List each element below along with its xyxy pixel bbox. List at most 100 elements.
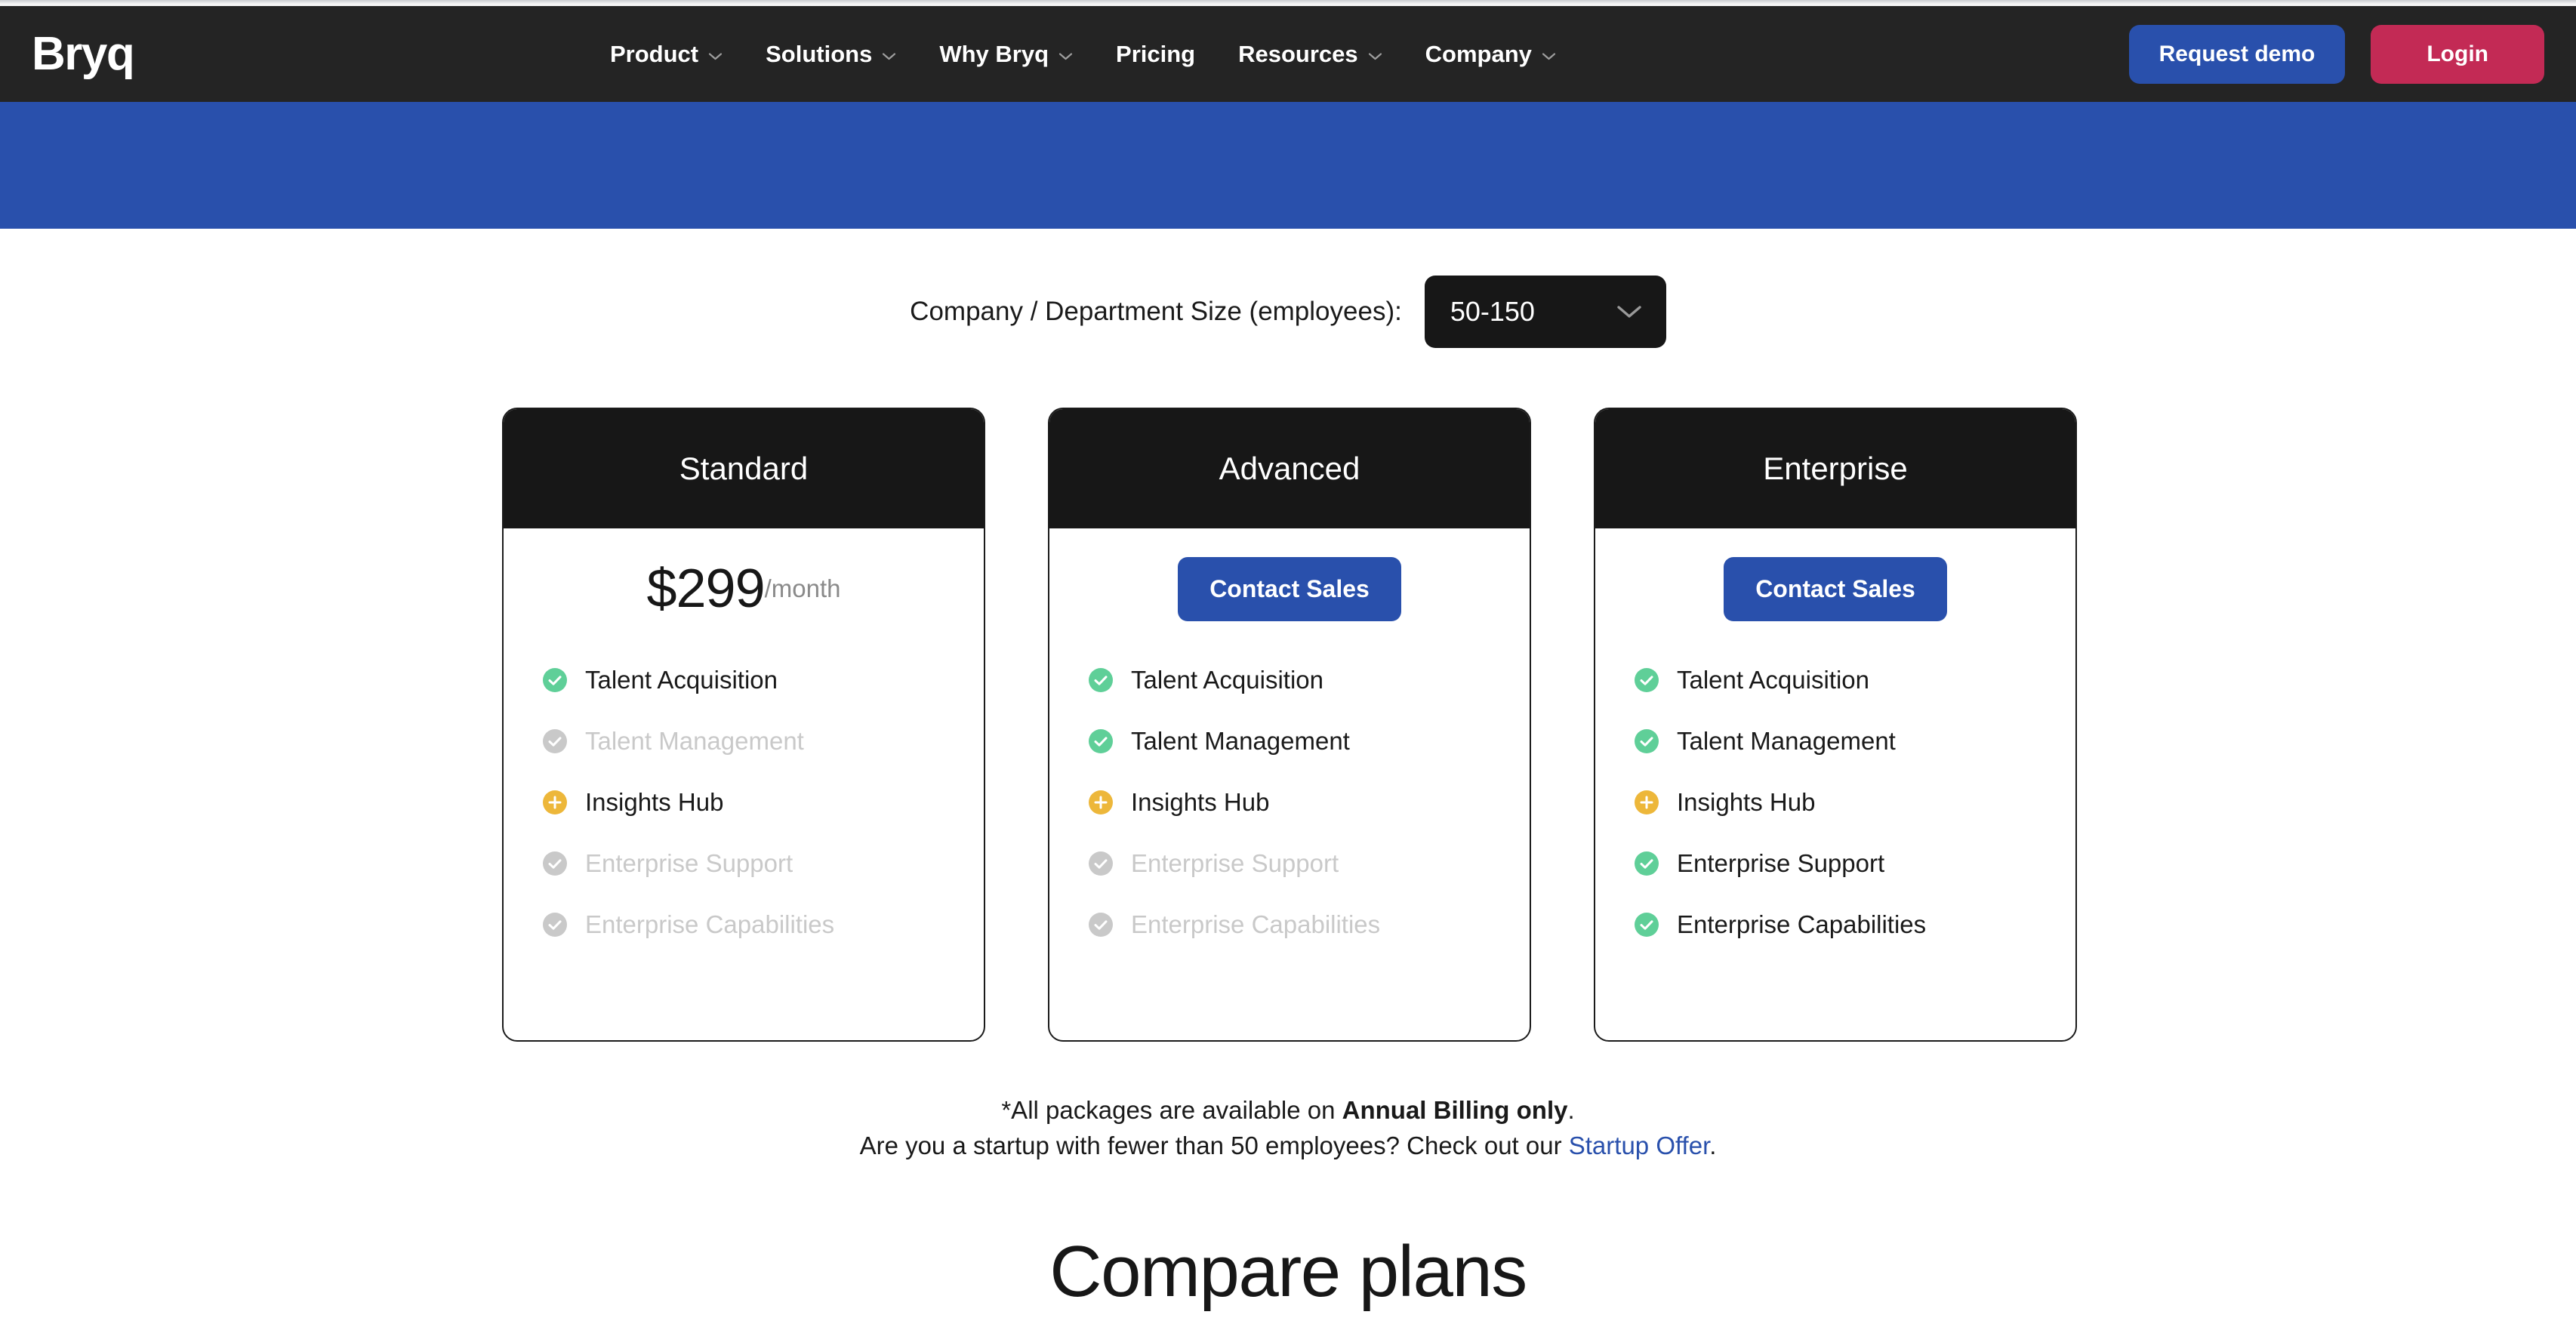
plan-card-header: Standard (504, 409, 984, 528)
plan-feature-list: Talent Acquisition Talent Management Insig… (1595, 649, 2075, 955)
nav-item-pricing[interactable]: Pricing (1116, 41, 1195, 68)
plan-card-header: Enterprise (1595, 409, 2075, 528)
feature-label: Talent Acquisition (585, 665, 778, 694)
plan-price: $299/month (504, 528, 984, 649)
plus-circle-icon (1635, 790, 1659, 814)
feature-row: Talent Management (1089, 710, 1511, 771)
plan-card-body: Contact Sales Talent Acquisition Talent Ma… (1595, 528, 2075, 1040)
startup-offer-link[interactable]: Startup Offer (1569, 1132, 1710, 1159)
chevron-down-icon (708, 52, 723, 60)
feature-row: Talent Acquisition (1089, 649, 1511, 710)
plan-cta-wrap: Contact Sales (1049, 528, 1530, 649)
feature-label: Enterprise Support (585, 848, 793, 877)
feature-row: Talent Management (1635, 710, 2057, 771)
startup-question: Are you a startup with fewer than 50 emp… (859, 1131, 1569, 1159)
plan-price-amount: $299 (646, 559, 765, 619)
check-circle-disabled-icon (543, 728, 567, 753)
nav-item-resources[interactable]: Resources (1238, 41, 1382, 68)
check-circle-disabled-icon (1089, 912, 1113, 937)
check-circle-icon (1635, 851, 1659, 876)
feature-row: Insights Hub (1089, 771, 1511, 833)
company-size-label: Company / Department Size (employees): (910, 297, 1402, 326)
feature-label: Talent Management (1677, 726, 1896, 755)
plan-cta-wrap: Contact Sales (1595, 528, 2075, 649)
company-size-select[interactable]: 50-150 (1424, 276, 1666, 348)
plan-card-standard: Standard $299/month Talent Acquisition Tale… (502, 408, 985, 1042)
chevron-down-icon (1058, 52, 1073, 60)
check-circle-icon (1635, 728, 1659, 753)
plan-card-body: Contact Sales Talent Acquisition Talent Ma… (1049, 528, 1530, 1040)
nav-item-product[interactable]: Product (610, 41, 723, 68)
chevron-down-icon (1368, 52, 1382, 60)
feature-row: Enterprise Support (1635, 833, 2057, 894)
nav-item-label: Company (1425, 40, 1532, 67)
footnote-prefix: *All packages are available on (1001, 1096, 1342, 1124)
footnote-line-2: Are you a startup with fewer than 50 emp… (0, 1128, 2576, 1164)
check-circle-disabled-icon (543, 912, 567, 937)
feature-label: Insights Hub (1131, 787, 1270, 816)
feature-row: Enterprise Capabilities (1089, 894, 1511, 955)
feature-label: Enterprise Capabilities (1677, 910, 1927, 938)
plan-card-header: Advanced (1049, 409, 1530, 528)
plus-circle-icon (1089, 790, 1113, 814)
chevron-down-icon (1616, 304, 1642, 319)
nav-item-label: Why Bryq (939, 40, 1049, 67)
contact-sales-button[interactable]: Contact Sales (1178, 556, 1401, 621)
nav-item-why-bryq[interactable]: Why Bryq (939, 41, 1073, 68)
contact-sales-button[interactable]: Contact Sales (1724, 556, 1947, 621)
check-circle-icon (1635, 912, 1659, 937)
feature-row: Enterprise Support (1089, 833, 1511, 894)
check-circle-disabled-icon (543, 851, 567, 876)
feature-label: Insights Hub (1677, 787, 1816, 816)
pricing-page: Bryq Product Solutions Why Bryq Pricing Reso… (0, 0, 2576, 1324)
nav-item-label: Solutions (766, 40, 873, 67)
feature-row: Insights Hub (1635, 771, 2057, 833)
feature-label: Enterprise Capabilities (585, 910, 835, 938)
plan-feature-list: Talent Acquisition Talent Management Insig… (1049, 649, 1530, 955)
compare-plans-heading: Compare plans (1049, 1231, 1527, 1312)
feature-row: Enterprise Capabilities (543, 894, 966, 955)
nav-item-company[interactable]: Company (1425, 41, 1556, 68)
feature-row: Insights Hub (543, 771, 966, 833)
check-circle-disabled-icon (1089, 851, 1113, 876)
check-circle-icon (543, 667, 567, 692)
plus-circle-icon (543, 790, 567, 814)
feature-row: Talent Acquisition (543, 649, 966, 710)
feature-row: Talent Management (543, 710, 966, 771)
footnote-bold: Annual Billing only (1342, 1096, 1568, 1124)
check-circle-icon (1089, 667, 1113, 692)
company-size-value: 50-150 (1450, 296, 1535, 327)
chevron-down-icon (882, 52, 896, 60)
plan-card-advanced: Advanced Contact Sales Talent Acquisition T… (1048, 408, 1531, 1042)
company-size-row: Company / Department Size (employees): 5… (0, 276, 2576, 348)
plan-card-enterprise: Enterprise Contact Sales Talent Acquisitio… (1594, 408, 2077, 1042)
request-demo-button[interactable]: Request demo (2128, 24, 2346, 84)
feature-label: Enterprise Support (1677, 848, 1885, 877)
feature-label: Talent Acquisition (1131, 665, 1323, 694)
chevron-down-icon (1542, 52, 1556, 60)
pricing-cards: Standard $299/month Talent Acquisition Tale… (502, 408, 2077, 1042)
browser-top-strip (0, 0, 2576, 6)
footnote-suffix: . (1567, 1096, 1575, 1124)
hero-banner (0, 102, 2576, 229)
feature-label: Insights Hub (585, 787, 724, 816)
plan-name: Advanced (1219, 451, 1360, 486)
nav-item-label: Product (610, 40, 699, 67)
feature-label: Enterprise Support (1131, 848, 1339, 877)
feature-label: Talent Acquisition (1677, 665, 1869, 694)
feature-row: Talent Acquisition (1635, 649, 2057, 710)
plan-name: Standard (679, 451, 809, 486)
feature-row: Enterprise Support (543, 833, 966, 894)
check-circle-icon (1635, 667, 1659, 692)
brand-logo[interactable]: Bryq (32, 30, 135, 78)
plan-feature-list: Talent Acquisition Talent Management Insig… (504, 649, 984, 955)
login-button[interactable]: Login (2371, 24, 2544, 84)
plan-price-period: /month (764, 574, 841, 602)
main-navigation: Product Solutions Why Bryq Pricing Resources… (610, 41, 1556, 68)
nav-item-solutions[interactable]: Solutions (766, 41, 896, 68)
feature-label: Enterprise Capabilities (1131, 910, 1381, 938)
nav-item-label: Resources (1238, 40, 1358, 67)
feature-row: Enterprise Capabilities (1635, 894, 2057, 955)
plan-card-body: $299/month Talent Acquisition Talent Manag… (504, 528, 984, 1040)
feature-label: Talent Management (585, 726, 804, 755)
